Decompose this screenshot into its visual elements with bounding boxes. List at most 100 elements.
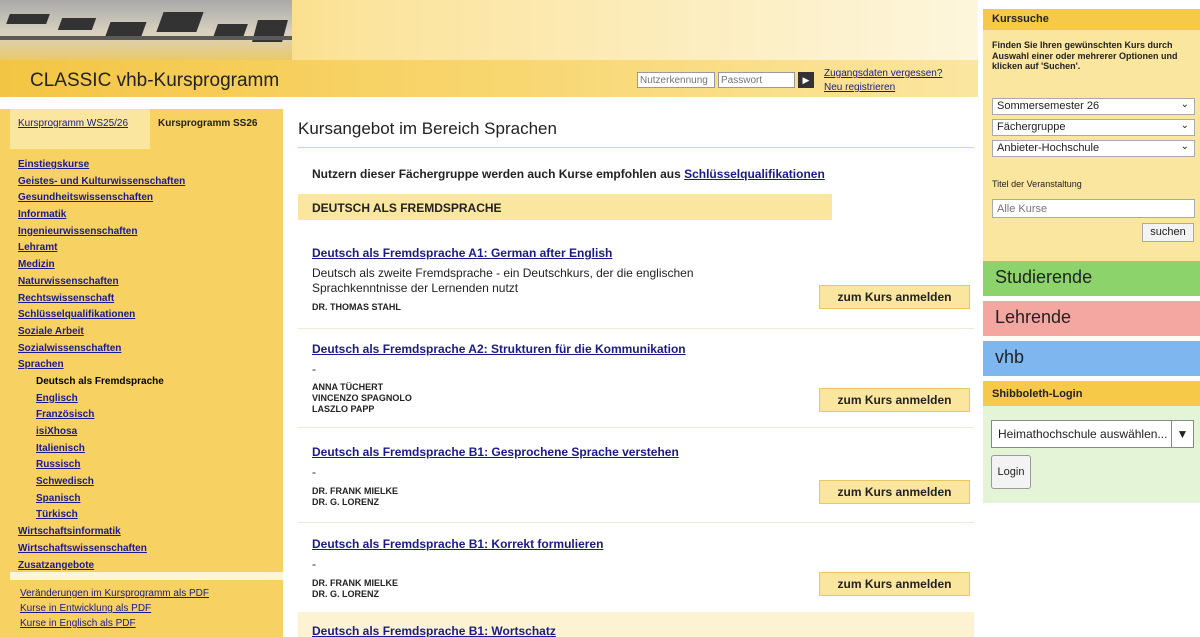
nav-item-sprachen[interactable]: Sprachen — [18, 357, 278, 374]
course-title-input[interactable] — [992, 199, 1195, 218]
chevron-down-icon: ⌄ — [1180, 120, 1189, 131]
username-input[interactable] — [637, 72, 715, 88]
tab-ws2526-link[interactable]: Kursprogramm WS25/26 — [18, 118, 128, 129]
pdf-links: Veränderungen im Kursprogramm als PDF Ku… — [20, 586, 209, 631]
home-university-select[interactable]: Heimathochschule auswählen... ▼ — [991, 420, 1194, 448]
nav-item-gesundheit[interactable]: Gesundheitswissenschaften — [18, 190, 278, 207]
course-title-link[interactable]: Deutsch als Fremdsprache B1: Gesprochene… — [312, 445, 679, 459]
nav-link[interactable]: Gesundheitswissenschaften — [18, 192, 153, 203]
nav-item-daf[interactable]: Deutsch als Fremdsprache — [18, 374, 278, 391]
recommend-label: Nutzern dieser Fächergruppe werden auch … — [312, 167, 685, 181]
pdf-link-development[interactable]: Kurse in Entwicklung als PDF — [20, 603, 151, 614]
nav-link[interactable]: Spanisch — [36, 493, 80, 504]
nav-item-einstiegskurse[interactable]: Einstiegskurse — [18, 157, 278, 174]
nav-link[interactable]: Zusatzangebote — [18, 560, 94, 571]
nav-link[interactable]: Wirtschaftswissenschaften — [18, 543, 147, 554]
course-teacher: DR. FRANK MIELKE — [312, 486, 398, 496]
tab-ss26[interactable]: Kursprogramm SS26 — [150, 109, 283, 149]
nav-item-englisch[interactable]: Englisch — [18, 391, 278, 408]
program-tabs: Kursprogramm WS25/26 Kursprogramm SS26 — [10, 109, 283, 149]
course-title-link[interactable]: Deutsch als Fremdsprache B1: Wortschatz — [312, 624, 556, 637]
login-arrow-button[interactable]: ▶ — [798, 72, 814, 88]
nav-item-isixhosa[interactable]: isiXhosa — [18, 424, 278, 441]
nav-item-geistes[interactable]: Geistes- und Kulturwissenschaften — [18, 174, 278, 191]
nav-item-schluessel[interactable]: Schlüsselqualifikationen — [18, 307, 278, 324]
nav-link[interactable]: Schlüsselqualifikationen — [18, 309, 135, 320]
enroll-button[interactable]: zum Kurs anmelden — [819, 388, 970, 412]
nav-link[interactable]: Soziale Arbeit — [18, 326, 84, 337]
tab-ws2526[interactable]: Kursprogramm WS25/26 — [10, 109, 150, 149]
pdf-link-english[interactable]: Kurse in Englisch als PDF — [20, 618, 136, 629]
semester-select-value: Sommersemester 26 — [997, 100, 1100, 112]
nav-item-recht[interactable]: Rechtswissenschaft — [18, 291, 278, 308]
nav-item-franzoesisch[interactable]: Französisch — [18, 407, 278, 424]
course-item: Deutsch als Fremdsprache B1: Wortschatz — [298, 612, 974, 637]
nav-link[interactable]: Geistes- und Kulturwissenschaften — [18, 176, 185, 187]
nav-link[interactable]: Deutsch als Fremdsprache — [36, 376, 164, 387]
nav-item-wirtschaftswiss[interactable]: Wirtschaftswissenschaften — [18, 541, 278, 558]
recommend-link[interactable]: Schlüsselqualifikationen — [684, 167, 825, 181]
course-description: - — [312, 362, 316, 376]
course-separator — [298, 522, 974, 523]
nav-link[interactable]: Medizin — [18, 259, 55, 270]
login-button[interactable]: Login — [991, 455, 1031, 489]
lehrende-button[interactable]: Lehrende — [983, 301, 1200, 336]
nav-item-spanisch[interactable]: Spanisch — [18, 491, 278, 508]
enroll-button[interactable]: zum Kurs anmelden — [819, 572, 970, 596]
header: CLASSIC vhb-Kursprogramm ▶ Zugangsdaten … — [0, 0, 978, 97]
register-link[interactable]: Neu registrieren — [824, 82, 895, 93]
title-field-label: Titel der Veranstaltung — [992, 179, 1082, 189]
course-teacher: ANNA TÜCHERT — [312, 382, 384, 392]
banner-image — [0, 0, 292, 60]
nav-link[interactable]: Ingenieurwissenschaften — [18, 226, 137, 237]
nav-link[interactable]: Türkisch — [36, 509, 78, 520]
forgot-credentials-link[interactable]: Zugangsdaten vergessen? — [824, 68, 942, 79]
nav-link[interactable]: Informatik — [18, 209, 66, 220]
nav-link[interactable]: Englisch — [36, 393, 78, 404]
nav-item-russisch[interactable]: Russisch — [18, 457, 278, 474]
nav-link[interactable]: Einstiegskurse — [18, 159, 89, 170]
pdf-link-changes[interactable]: Veränderungen im Kursprogramm als PDF — [20, 588, 209, 599]
nav-item-natur[interactable]: Naturwissenschaften — [18, 274, 278, 291]
nav-link[interactable]: Schwedisch — [36, 476, 94, 487]
course-teacher: VINCENZO SPAGNOLO — [312, 393, 412, 403]
anbieter-select[interactable]: Anbieter-Hochschule ⌄ — [992, 140, 1195, 157]
nav-item-tuerkisch[interactable]: Türkisch — [18, 507, 278, 524]
nav-link[interactable]: Wirtschaftsinformatik — [18, 526, 121, 537]
nav-item-wirtschaftsinformatik[interactable]: Wirtschaftsinformatik — [18, 524, 278, 541]
nav-item-informatik[interactable]: Informatik — [18, 207, 278, 224]
nav-item-lehramt[interactable]: Lehramt — [18, 240, 278, 257]
course-description: Deutsch als zweite Fremdsprache - ein De… — [312, 266, 694, 295]
nav-link[interactable]: Naturwissenschaften — [18, 276, 119, 287]
course-title-link[interactable]: Deutsch als Fremdsprache A2: Strukturen … — [312, 342, 686, 356]
nav-link[interactable]: Sprachen — [18, 359, 64, 370]
enroll-button[interactable]: zum Kurs anmelden — [819, 285, 970, 309]
enroll-button[interactable]: zum Kurs anmelden — [819, 480, 970, 504]
course-description: - — [312, 557, 316, 571]
faechergruppe-select-value: Fächergruppe — [997, 121, 1066, 133]
semester-select[interactable]: Sommersemester 26 ⌄ — [992, 98, 1195, 115]
recommend-text: Nutzern dieser Fächergruppe werden auch … — [312, 167, 825, 181]
nav-link[interactable]: Französisch — [36, 409, 94, 420]
nav-item-italienisch[interactable]: Italienisch — [18, 441, 278, 458]
nav-link[interactable]: Lehramt — [18, 242, 57, 253]
faechergruppe-select[interactable]: Fächergruppe ⌄ — [992, 119, 1195, 136]
nav-item-sozialwiss[interactable]: Sozialwissenschaften — [18, 341, 278, 358]
course-title-link[interactable]: Deutsch als Fremdsprache B1: Korrekt for… — [312, 537, 603, 551]
nav-item-schwedisch[interactable]: Schwedisch — [18, 474, 278, 491]
nav-link[interactable]: Italienisch — [36, 443, 85, 454]
nav-link[interactable]: Rechtswissenschaft — [18, 293, 114, 304]
nav-item-ingenieur[interactable]: Ingenieurwissenschaften — [18, 224, 278, 241]
category-nav: Einstiegskurse Geistes- und Kulturwissen… — [18, 157, 278, 574]
nav-link[interactable]: Sozialwissenschaften — [18, 343, 121, 354]
search-button[interactable]: suchen — [1142, 223, 1194, 242]
vhb-button[interactable]: vhb — [983, 341, 1200, 376]
nav-item-soziale-arbeit[interactable]: Soziale Arbeit — [18, 324, 278, 341]
nav-link[interactable]: Russisch — [36, 459, 80, 470]
course-title-link[interactable]: Deutsch als Fremdsprache A1: German afte… — [312, 246, 612, 260]
nav-item-medizin[interactable]: Medizin — [18, 257, 278, 274]
password-input[interactable] — [718, 72, 795, 88]
studierende-button[interactable]: Studierende — [983, 261, 1200, 296]
anbieter-select-value: Anbieter-Hochschule — [997, 142, 1100, 154]
nav-link[interactable]: isiXhosa — [36, 426, 77, 437]
